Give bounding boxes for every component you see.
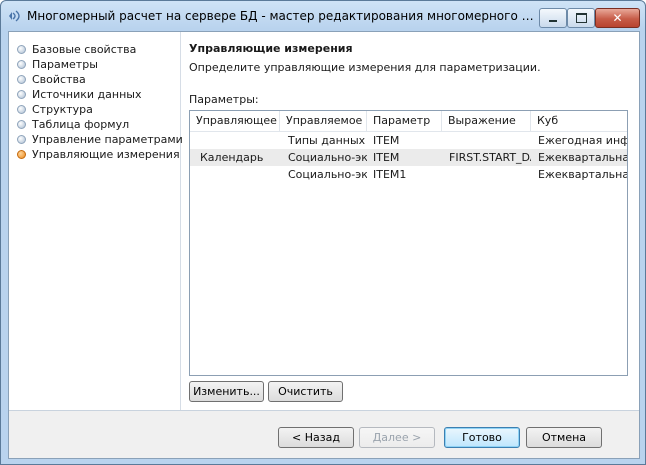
step-parameter-management[interactable]: Управление параметрами <box>17 132 183 147</box>
step-content: Управляющие измерения Определите управля… <box>181 32 639 410</box>
edit-button[interactable]: Изменить... <box>189 381 264 402</box>
step-bullet-icon <box>17 74 26 84</box>
next-button[interactable]: Далее > <box>359 427 435 448</box>
step-bullet-icon <box>17 59 26 69</box>
cell-expression <box>443 132 531 149</box>
step-formula-table[interactable]: Таблица формул <box>17 117 129 132</box>
cell-expression: FIRST.START_DAT <box>449 151 531 164</box>
title-bar[interactable]: Многомерный расчет на сервере БД - масте… <box>1 1 645 31</box>
step-bullet-icon <box>17 119 26 129</box>
parameters-grid[interactable]: Управляющее Управляемое Параметр Выражен… <box>189 110 628 376</box>
params-label: Параметры: <box>189 93 259 106</box>
wizard-window: Многомерный расчет на сервере БД - масте… <box>0 0 646 465</box>
cell-parameter: ITEM <box>373 151 400 164</box>
table-row[interactable]: Типы данных - ITEM Ежегодная инф <box>190 132 627 149</box>
step-bullet-icon <box>17 89 26 99</box>
step-bullet-icon <box>17 44 26 54</box>
step-label: Свойства <box>32 73 86 86</box>
window-title: Многомерный расчет на сервере БД - масте… <box>27 9 535 23</box>
minimize-button[interactable] <box>539 8 567 28</box>
clear-button[interactable]: Очистить <box>268 381 343 402</box>
app-icon <box>9 10 20 22</box>
cell-cube: Ежеквартальная <box>538 151 627 164</box>
table-row[interactable]: Социально-эк. ITEM1 Ежеквартальная <box>190 166 627 183</box>
cell-parameter: ITEM <box>373 134 400 147</box>
page-title: Управляющие измерения <box>189 42 353 55</box>
cell-controlled: Социально-эк. <box>288 168 367 181</box>
cell-cube: Ежегодная инф <box>538 134 627 147</box>
step-parameters[interactable]: Параметры <box>17 57 98 72</box>
step-label: Управляющие измерения <box>32 148 180 161</box>
step-bullet-icon <box>17 104 26 114</box>
cell-control <box>194 132 280 149</box>
step-data-sources[interactable]: Источники данных <box>17 87 141 102</box>
grid-header: Управляющее Управляемое Параметр Выражен… <box>190 111 627 132</box>
table-row-selected[interactable]: Календарь Социально-эк. ITEM FIRST.START… <box>190 149 627 166</box>
cancel-button[interactable]: Отмена <box>526 427 602 448</box>
page-description: Определите управляющие измерения для пар… <box>189 61 541 74</box>
step-basic-properties[interactable]: Базовые свойства <box>17 42 136 57</box>
step-label: Таблица формул <box>32 118 130 131</box>
column-header-parameter[interactable]: Параметр <box>367 111 442 131</box>
step-bullet-icon <box>17 134 26 144</box>
maximize-icon <box>576 13 587 23</box>
minimize-icon <box>549 20 557 22</box>
active-step-bullet-icon <box>17 149 26 159</box>
column-header-control[interactable]: Управляющее <box>190 111 280 131</box>
step-properties[interactable]: Свойства <box>17 72 86 87</box>
cell-control: Календарь <box>200 151 264 164</box>
cell-controlled: Типы данных - <box>288 134 367 147</box>
step-structure[interactable]: Структура <box>17 102 93 117</box>
cell-cube: Ежеквартальная <box>538 168 627 181</box>
cell-parameter: ITEM1 <box>373 168 407 181</box>
close-button[interactable]: ✕ <box>595 8 640 28</box>
cell-controlled: Социально-эк. <box>288 151 367 164</box>
maximize-button[interactable] <box>567 8 595 28</box>
wizard-body: Базовые свойства Параметры Свойства Исто… <box>8 31 640 459</box>
step-label: Источники данных <box>32 88 142 101</box>
wizard-footer: < Назад Далее > Готово Отмена <box>9 411 639 458</box>
cell-control <box>194 166 280 183</box>
back-button[interactable]: < Назад <box>278 427 354 448</box>
close-icon: ✕ <box>612 11 623 25</box>
column-header-cube[interactable]: Куб <box>531 111 627 131</box>
wizard-steps: Базовые свойства Параметры Свойства Исто… <box>9 32 183 410</box>
step-label: Параметры <box>32 58 98 71</box>
step-control-dimensions[interactable]: Управляющие измерения <box>17 147 180 162</box>
step-label: Управление параметрами <box>32 133 183 146</box>
step-label: Базовые свойства <box>32 43 137 56</box>
cell-expression <box>443 166 531 183</box>
finish-button[interactable]: Готово <box>444 427 520 448</box>
column-header-controlled[interactable]: Управляемое <box>280 111 367 131</box>
column-header-expression[interactable]: Выражение <box>442 111 531 131</box>
step-label: Структура <box>32 103 93 116</box>
